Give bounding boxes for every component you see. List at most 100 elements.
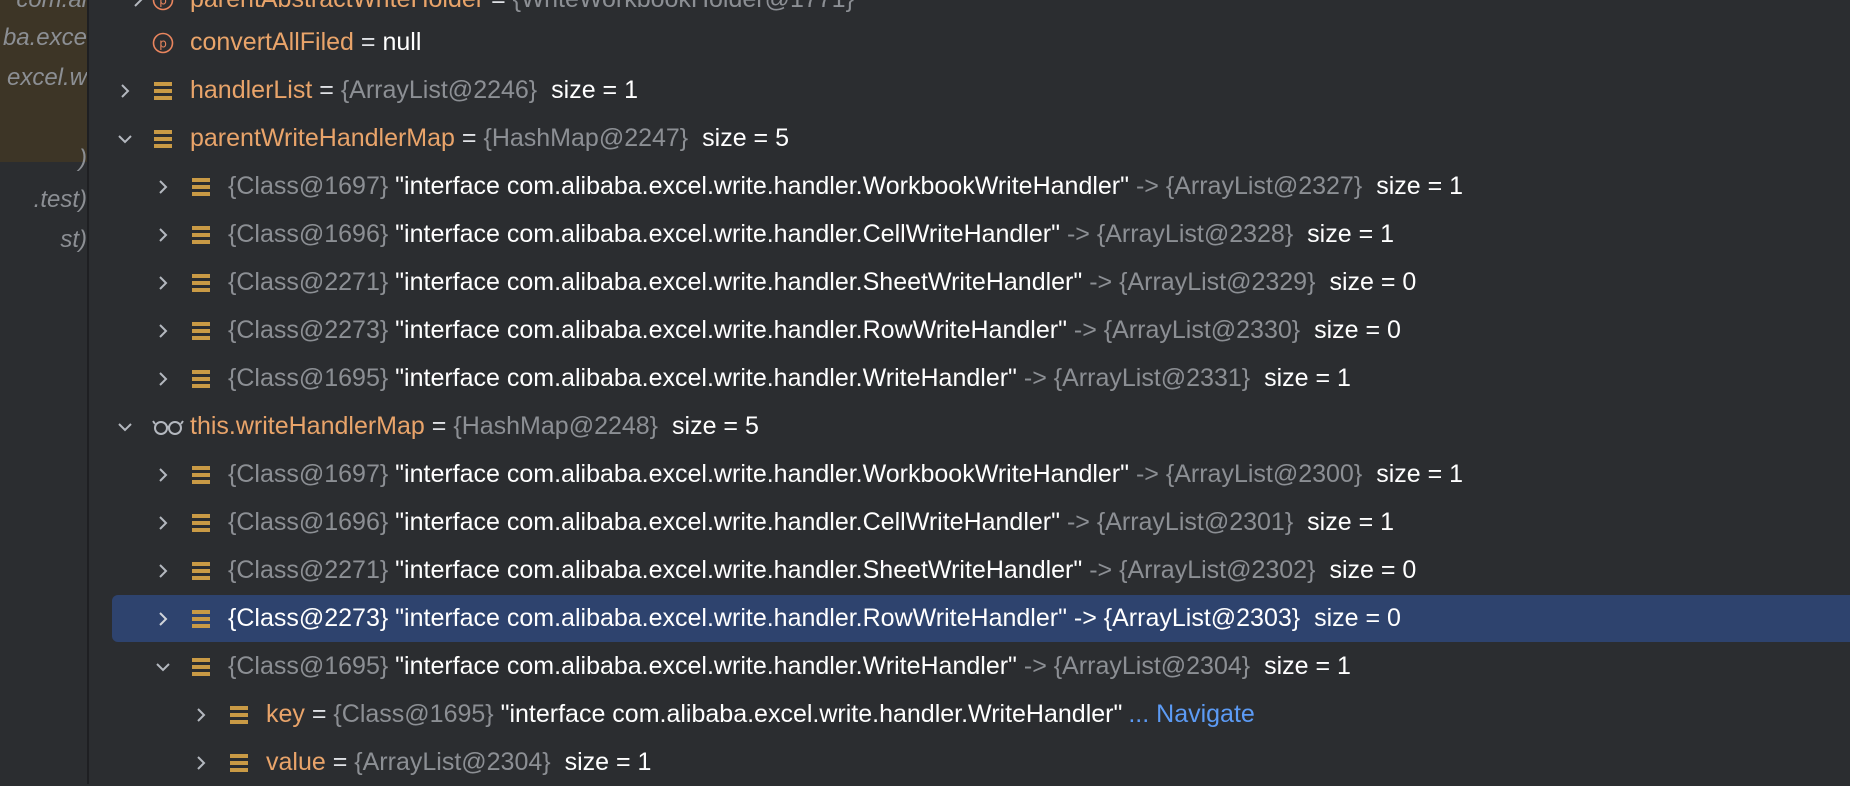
svg-text:p: p [159,36,167,50]
arrow-symbol: -> [1066,508,1090,536]
arrow-symbol: -> [1089,268,1113,296]
entry-value-ref: {ArrayList@2329} [1119,268,1316,296]
entry-size: size = 1 [1264,652,1351,680]
entry-value-ref: {ArrayList@2331} [1053,364,1251,392]
chevron-right-icon[interactable] [187,691,215,738]
entry-size: size = 1 [1376,172,1464,200]
field-icon [190,460,222,490]
frame-item[interactable]: .test) [34,186,87,214]
arrow-symbol: -> [1073,604,1097,632]
tree-row-convert-all-filed[interactable]: p convertAllFiled = null [89,19,1850,66]
var-size: size = 1 [564,748,652,776]
tree-row-handler-list[interactable]: handlerList = {ArrayList@2246} size = 1 [89,67,1850,114]
map-entry[interactable]: {Class@1695} "interface com.alibaba.exce… [89,355,1850,402]
var-ref: {WriteWorkbookHolder@1771} [513,0,854,14]
entry-key-string: "interface com.alibaba.excel.write.handl… [395,364,1017,392]
entry-key-string: "interface com.alibaba.excel.write.handl… [395,508,1060,536]
entry-key-string: "interface com.alibaba.excel.write.handl… [395,316,1067,344]
frame-item[interactable]: ba.exce [3,24,87,52]
map-entry[interactable]: {Class@1696} "interface com.alibaba.exce… [89,499,1850,546]
field-icon [228,700,260,730]
chevron-down-icon[interactable] [111,115,139,162]
map-entry[interactable]: {Class@2271} "interface com.alibaba.exce… [89,259,1850,306]
entry-size: size = 1 [1264,364,1351,392]
entry-value-ref: {ArrayList@2330} [1103,316,1301,344]
chevron-right-icon[interactable] [149,451,177,498]
frame-item[interactable]: excel.w [7,64,87,92]
entry-key-ref: {Class@2271} [228,268,389,296]
navigate-link[interactable]: ... Navigate [1128,700,1254,729]
entry-key-string: "interface com.alibaba.excel.write.handl… [395,268,1083,296]
entry-value-ref: {ArrayList@2300} [1165,460,1363,488]
map-entry[interactable]: {Class@1697} "interface com.alibaba.exce… [89,163,1850,210]
var-name: convertAllFiled [190,28,354,56]
var-ref: {ArrayList@2304} [354,748,551,776]
map-entry[interactable]: {Class@1697} "interface com.alibaba.exce… [89,451,1850,498]
tree-row-parent-write-handler-map[interactable]: parentWriteHandlerMap = {HashMap@2247} s… [89,115,1850,162]
entry-size: size = 0 [1314,604,1401,632]
chevron-down-icon[interactable] [149,643,177,690]
frame-item[interactable]: com.al [16,0,87,14]
entry-key-string: "interface com.alibaba.excel.write.handl… [395,652,1017,680]
chevron-right-icon[interactable] [187,739,215,786]
var-size: size = 5 [672,412,759,440]
var-size: size = 5 [702,124,790,152]
var-string: "interface com.alibaba.excel.write.handl… [500,700,1123,728]
watch-icon [152,412,184,442]
chevron-right-icon[interactable] [111,67,139,114]
entry-value-ref: {ArrayList@2303} [1103,604,1301,632]
equals: = [461,124,477,152]
entry-key-ref: {Class@1697} [228,172,389,200]
entry-key-ref: {Class@2271} [228,556,389,584]
map-entry[interactable]: {Class@1696} "interface com.alibaba.exce… [89,211,1850,258]
chevron-right-icon[interactable] [149,355,177,402]
map-entry[interactable]: {Class@2273} "interface com.alibaba.exce… [89,307,1850,354]
field-icon [190,172,222,202]
var-size: size = 1 [551,76,639,104]
map-entry-selected[interactable]: {Class@2273} "interface com.alibaba.exce… [112,595,1850,642]
entry-key-ref: {Class@2273} [228,604,389,632]
arrow-symbol: -> [1073,316,1097,344]
tree-row-value[interactable]: value = {ArrayList@2304} size = 1 [89,739,1850,786]
chevron-right-icon[interactable] [149,211,177,258]
frame-item[interactable]: ) [79,145,87,173]
chevron-right-icon[interactable] [149,595,177,642]
arrow-symbol: -> [1023,364,1047,392]
chevron-right-icon[interactable] [149,307,177,354]
map-entry[interactable]: {Class@1695} "interface com.alibaba.exce… [89,643,1850,690]
field-icon [190,268,222,298]
tree-row-key[interactable]: key = {Class@1695} "interface com.alibab… [89,691,1850,738]
property-icon: p [152,28,184,58]
equals: = [319,76,334,104]
arrow-symbol: -> [1089,556,1113,584]
entry-key-ref: {Class@1697} [228,460,389,488]
frame-item[interactable]: st) [60,226,87,254]
var-name: value [266,748,326,776]
entry-value-ref: {ArrayList@2304} [1053,652,1251,680]
entry-size: size = 0 [1314,316,1401,344]
arrow-symbol: -> [1023,652,1047,680]
field-icon [190,364,222,394]
entry-value-ref: {ArrayList@2302} [1119,556,1316,584]
chevron-right-icon[interactable] [149,163,177,210]
property-icon: p [152,0,184,15]
entry-size: size = 1 [1307,220,1395,248]
field-icon [190,508,222,538]
chevron-down-icon[interactable] [111,403,139,450]
arrow-symbol: -> [1066,220,1090,248]
chevron-right-icon[interactable] [149,547,177,594]
equals: = [484,0,513,14]
chevron-right-icon[interactable] [149,499,177,546]
entry-key-string: "interface com.alibaba.excel.write.handl… [395,604,1067,632]
var-name: this.writeHandlerMap [190,412,425,440]
entry-size: size = 1 [1307,508,1395,536]
field-icon [152,124,184,154]
var-name: key [266,700,305,728]
chevron-right-icon[interactable] [149,259,177,306]
tree-row-write-handler-map[interactable]: this.writeHandlerMap = {HashMap@2248} si… [89,403,1850,450]
var-ref: {Class@1695} [333,700,494,728]
entry-value-ref: {ArrayList@2301} [1096,508,1294,536]
field-icon [190,652,222,682]
map-entry[interactable]: {Class@2271} "interface com.alibaba.exce… [89,547,1850,594]
arrow-symbol: -> [1135,460,1159,488]
